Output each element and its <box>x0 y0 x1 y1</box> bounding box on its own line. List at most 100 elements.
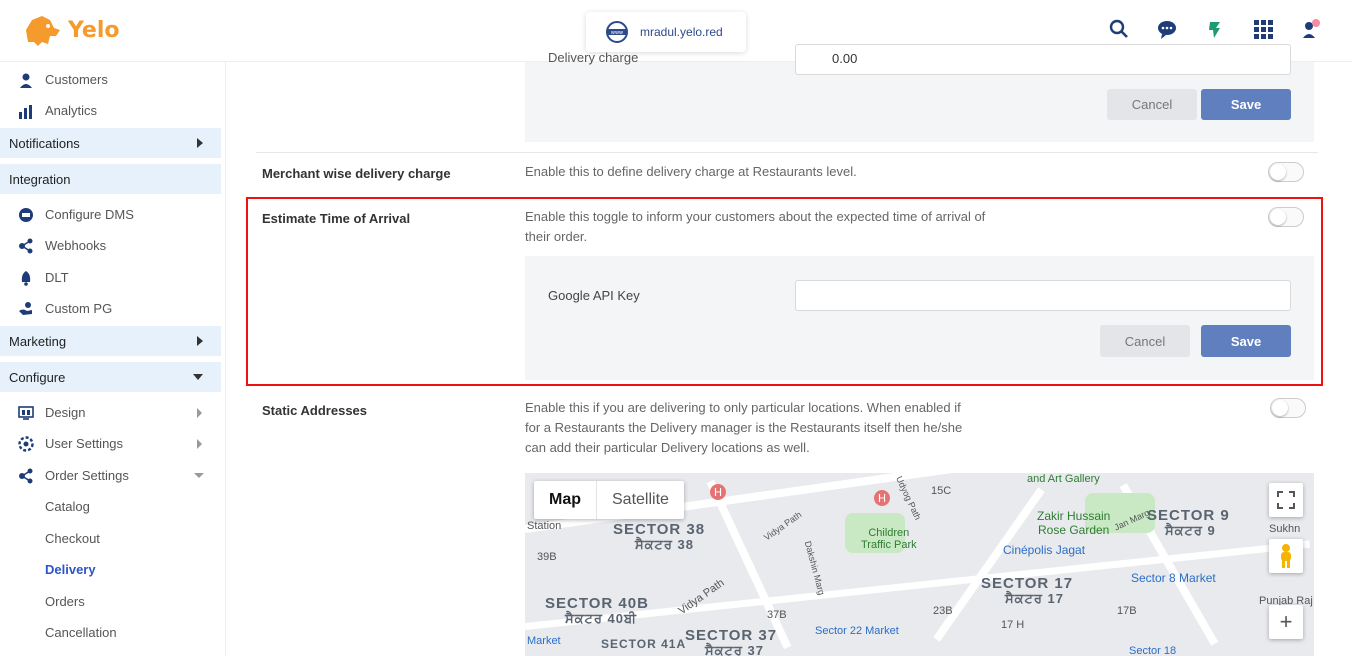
static-addresses-desc-line1: Enable this if you are delivering to onl… <box>525 400 961 415</box>
hospital-marker-icon: H <box>874 490 890 506</box>
search-icon[interactable] <box>1108 18 1130 40</box>
chevron-right-icon <box>197 408 202 418</box>
map-label: Zakir Hussain Rose Garden <box>1037 509 1111 537</box>
map-label: ਸੈਕਟਰ 40ਬੀ <box>565 611 638 626</box>
map-zoom-in-button[interactable]: + <box>1269 605 1303 639</box>
user-profile-icon[interactable] <box>1300 18 1322 40</box>
brand-logo[interactable]: Yelo <box>22 12 120 48</box>
sidebar-item-custom-pg[interactable]: Custom PG <box>0 293 222 324</box>
chevron-right-icon <box>197 336 203 346</box>
map-label: 23B <box>933 605 953 617</box>
chat-support-icon[interactable] <box>1156 18 1178 40</box>
map-label: 15C <box>931 485 952 497</box>
apps-grid-icon[interactable] <box>1252 18 1274 40</box>
sidebar-item-analytics[interactable]: Analytics <box>0 95 222 126</box>
static-addresses-desc-line3: can add their particular Delivery locati… <box>525 440 810 455</box>
map-label: and Art Gallery <box>1027 473 1100 485</box>
svg-text:www: www <box>611 30 623 36</box>
map-label: Children Traffic Park <box>861 527 917 551</box>
sidebar-item-dlt[interactable]: DLT <box>0 262 222 293</box>
section-label: Integration <box>9 171 71 187</box>
dlt-icon <box>21 270 31 286</box>
map-label: Sector 8 Market <box>1131 571 1216 585</box>
merchant-delivery-desc: Enable this to define delivery charge at… <box>525 164 857 179</box>
sidebar: Customers Analytics Notifications Integr… <box>0 62 226 656</box>
sidebar-section-notifications[interactable]: Notifications <box>0 128 221 158</box>
custom-pg-icon <box>19 301 32 315</box>
sidebar-item-design[interactable]: Design <box>0 397 222 428</box>
map-road <box>525 540 1311 630</box>
sidebar-item-label: Customers <box>45 72 108 87</box>
hospital-marker-icon: H <box>710 484 726 500</box>
section-label: Marketing <box>9 333 67 349</box>
static-addresses-toggle[interactable] <box>1270 398 1306 418</box>
sidebar-subitem-catalog[interactable]: Catalog <box>45 499 90 514</box>
www-globe-icon: www <box>606 21 628 43</box>
row-divider <box>256 152 1318 153</box>
map-label: ਸੈਕਟਰ 38 <box>635 537 694 552</box>
chevron-right-icon <box>197 439 202 449</box>
store-url-pill[interactable]: www mradul.yelo.red <box>586 12 746 52</box>
delivery-charge-save-button[interactable]: Save <box>1201 89 1291 120</box>
delivery-charge-input[interactable]: 0.00 <box>795 44 1291 75</box>
lion-logo-icon <box>26 16 60 46</box>
sidebar-section-configure[interactable]: Configure <box>0 362 221 392</box>
map-label: SECTOR 41A <box>601 637 687 651</box>
sidebar-subitem-orders[interactable]: Orders <box>45 594 85 609</box>
section-label: Notifications <box>9 135 80 151</box>
map-label: SECTOR 37 <box>685 627 778 644</box>
map-label: ਸੈਕਟਰ 37 <box>705 643 764 656</box>
delivery-charge-cancel-button[interactable]: Cancel <box>1107 89 1197 120</box>
delivery-map[interactable]: Map Satellite Station SECTOR 38 ਸੈਕਟਰ 38… <box>525 473 1314 656</box>
map-label: Cinépolis Jagat <box>1003 543 1086 557</box>
toggle-knob <box>1270 164 1286 180</box>
map-label: 37B <box>767 609 787 621</box>
merchant-delivery-toggle[interactable] <box>1268 162 1304 182</box>
sidebar-subitem-delivery[interactable]: Delivery <box>45 562 96 577</box>
sidebar-item-webhooks[interactable]: Webhooks <box>0 230 222 261</box>
sidebar-section-marketing[interactable]: Marketing <box>0 326 221 356</box>
chevron-down-icon <box>194 473 204 478</box>
main-content: Delivery charge 0.00 Cancel Save Merchan… <box>226 44 1352 656</box>
sidebar-subitem-cancellation[interactable]: Cancellation <box>45 625 117 640</box>
map-label: SECTOR 17 <box>981 575 1074 592</box>
user-settings-icon <box>18 435 34 452</box>
map-tab-map[interactable]: Map <box>534 481 597 519</box>
sidebar-item-label: Configure DMS <box>45 207 134 222</box>
dms-icon <box>19 207 33 222</box>
sidebar-item-customers[interactable]: Customers <box>0 64 222 95</box>
map-label: SECTOR 38 <box>613 521 706 538</box>
sidebar-item-order-settings[interactable]: Order Settings <box>0 460 222 491</box>
map-street-view-button[interactable] <box>1269 539 1303 573</box>
sidebar-item-configure-dms[interactable]: Configure DMS <box>0 199 222 230</box>
map-fullscreen-button[interactable] <box>1269 483 1303 517</box>
section-label: Configure <box>9 369 66 385</box>
plus-icon: + <box>1279 609 1293 634</box>
chevron-down-icon <box>193 374 203 380</box>
header-actions <box>1108 18 1322 40</box>
fullscreen-icon <box>1277 491 1295 509</box>
sidebar-item-label: Custom PG <box>45 301 113 316</box>
order-settings-icon <box>19 468 33 483</box>
map-label: Vidya Path <box>762 509 804 543</box>
sidebar-item-label: Webhooks <box>45 238 107 253</box>
sidebar-subitem-checkout[interactable]: Checkout <box>45 531 100 546</box>
map-label: SECTOR 9 <box>1147 507 1230 524</box>
map-label: 17 H <box>1001 619 1025 631</box>
store-url: mradul.yelo.red <box>640 25 723 39</box>
sidebar-section-integration[interactable]: Integration <box>0 164 221 194</box>
feather-icon[interactable] <box>1204 18 1226 40</box>
merchant-delivery-title: Merchant wise delivery charge <box>262 166 451 181</box>
map-label: Dakshin Marg <box>802 539 827 597</box>
map-label: SECTOR 40B <box>545 595 649 612</box>
highlight-box <box>246 197 1323 386</box>
sidebar-item-label: Analytics <box>45 103 98 118</box>
map-label: Station <box>527 520 562 532</box>
map-road <box>933 487 1045 642</box>
map-tab-satellite[interactable]: Satellite <box>597 481 684 519</box>
sidebar-item-label: DLT <box>45 270 69 285</box>
brand-name: Yelo <box>68 17 120 43</box>
analytics-icon <box>19 104 32 119</box>
map-label: Sukhn <box>1269 523 1301 535</box>
sidebar-item-user-settings[interactable]: User Settings <box>0 428 222 459</box>
